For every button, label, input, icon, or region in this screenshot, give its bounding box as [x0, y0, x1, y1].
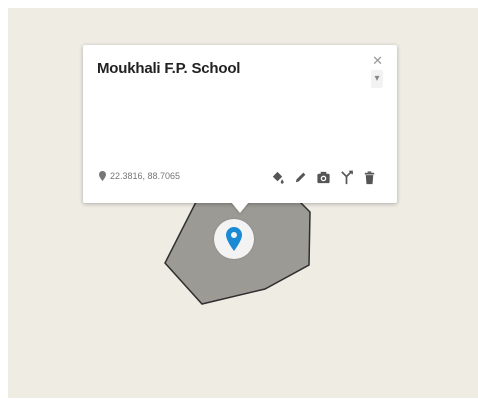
map-pin-icon [226, 227, 242, 251]
popup-pointer [231, 202, 249, 213]
popup-title: Moukhali F.P. School [97, 60, 241, 77]
camera-icon[interactable] [316, 170, 331, 185]
location-marker[interactable] [214, 219, 254, 259]
map-canvas[interactable]: Moukhali F.P. School ✕ ▾ 22.3816, 88.706… [8, 8, 478, 398]
info-popup: Moukhali F.P. School ✕ ▾ 22.3816, 88.706… [83, 45, 397, 213]
close-icon[interactable]: ✕ [372, 53, 383, 69]
coordinates-row: 22.3816, 88.7065 [99, 171, 180, 181]
coordinates-text: 22.3816, 88.7065 [110, 171, 181, 181]
delete-icon[interactable] [362, 170, 377, 185]
pin-icon [99, 171, 106, 181]
directions-icon[interactable] [339, 170, 354, 185]
popup-toolbar [270, 170, 377, 185]
popup-window-controls: ✕ ▾ [367, 53, 383, 91]
chevron-down-icon[interactable]: ▾ [371, 70, 383, 88]
fill-style-icon[interactable] [270, 170, 285, 185]
edit-icon[interactable] [293, 170, 308, 185]
